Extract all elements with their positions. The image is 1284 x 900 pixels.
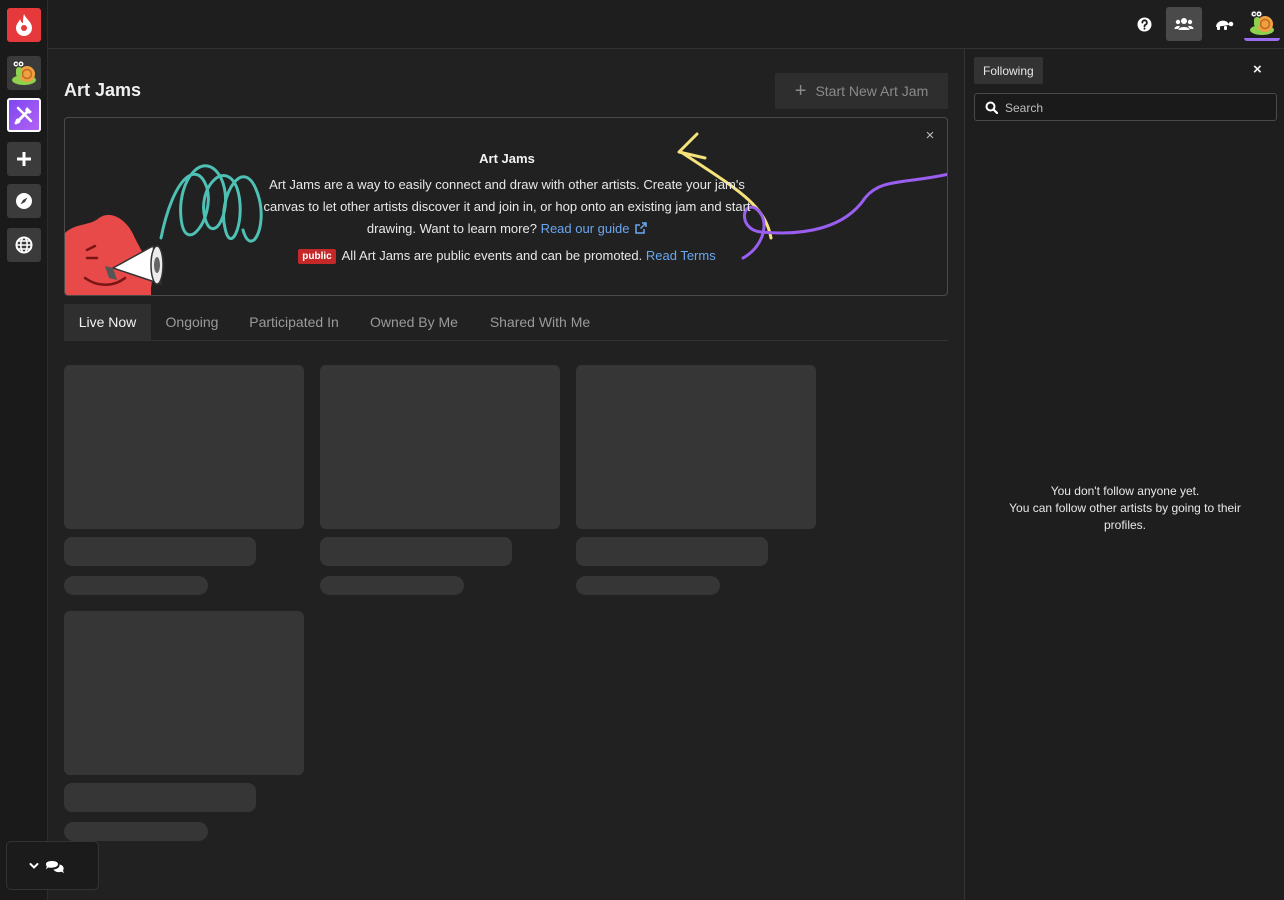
loading-card-thumbnail xyxy=(64,365,304,529)
loading-card-thumbnail xyxy=(320,365,560,529)
snail-avatar-icon xyxy=(1250,10,1274,35)
chat-bubbles-icon xyxy=(46,860,64,873)
chevron-down-icon xyxy=(29,862,39,869)
public-note: public All Art Jams are public events an… xyxy=(65,248,947,264)
fire-drop-icon xyxy=(16,14,32,36)
loading-card-subtitle xyxy=(320,576,464,595)
help-button[interactable] xyxy=(1126,7,1162,41)
community-button[interactable] xyxy=(7,228,41,262)
tab-ongoing[interactable]: Ongoing xyxy=(152,304,232,340)
friends-icon xyxy=(1174,18,1194,30)
following-close-button[interactable]: × xyxy=(1253,61,1262,78)
external-link-icon xyxy=(635,222,647,234)
left-rail xyxy=(0,0,48,900)
page-title: Art Jams xyxy=(64,80,142,100)
read-guide-label: Read our guide xyxy=(540,221,630,236)
public-note-text: All Art Jams are public events and can b… xyxy=(341,248,643,263)
search-icon xyxy=(985,101,998,114)
loading-card-subtitle xyxy=(64,576,208,595)
loading-card-thumbnail xyxy=(64,611,304,775)
loading-card-title xyxy=(576,537,768,566)
loading-card-title xyxy=(320,537,512,566)
banner-description-text: Art Jams are a way to easily connect and… xyxy=(263,177,751,236)
following-panel: Following × You don't follow anyone yet.… xyxy=(964,49,1284,900)
banner-title: Art Jams xyxy=(479,151,535,166)
start-new-art-jam-label: Start New Art Jam xyxy=(815,83,929,99)
compass-icon xyxy=(16,193,32,209)
globe-icon xyxy=(15,236,33,254)
public-badge: public xyxy=(298,249,336,264)
loading-card-subtitle xyxy=(64,822,208,841)
read-terms-link[interactable]: Read Terms xyxy=(646,248,716,263)
top-bar xyxy=(48,0,1284,49)
start-new-art-jam-button[interactable]: + Start New Art Jam xyxy=(775,73,948,109)
empty-line-1: You don't follow anyone yet. xyxy=(1050,484,1200,498)
explore-button[interactable] xyxy=(7,184,41,218)
friends-button[interactable] xyxy=(1166,7,1202,41)
art-jams-nav-button[interactable] xyxy=(7,98,41,132)
jam-tabs: Live Now Ongoing Participated In Owned B… xyxy=(64,304,948,341)
loading-card-subtitle xyxy=(576,576,720,595)
loading-card-thumbnail xyxy=(576,365,816,529)
create-button[interactable] xyxy=(7,142,41,176)
read-guide-link[interactable]: Read our guide xyxy=(541,221,648,236)
turtle-button[interactable] xyxy=(1206,7,1242,41)
plus-icon: + xyxy=(794,80,807,102)
loading-card-title xyxy=(64,783,256,812)
tab-shared-with-me[interactable]: Shared With Me xyxy=(476,304,604,340)
user-avatar-button[interactable] xyxy=(7,56,41,90)
home-logo-button[interactable] xyxy=(7,8,41,42)
banner-close-button[interactable]: × xyxy=(922,127,938,144)
tab-live-now[interactable]: Live Now xyxy=(64,304,151,340)
following-empty-message: You don't follow anyone yet. You can fol… xyxy=(965,483,1284,534)
following-tab[interactable]: Following xyxy=(974,57,1043,84)
profile-avatar-button[interactable] xyxy=(1244,7,1280,41)
paint-tools-icon xyxy=(14,106,33,125)
tab-owned-by-me[interactable]: Owned By Me xyxy=(358,304,470,340)
help-icon xyxy=(1137,17,1151,31)
following-search-input[interactable] xyxy=(1005,99,1265,117)
art-jams-info-banner: × Art Jams Art Jams are a way to easily … xyxy=(64,117,948,296)
chat-toggle-button[interactable] xyxy=(6,841,99,890)
turtle-icon xyxy=(1216,20,1234,30)
tab-participated-in[interactable]: Participated In xyxy=(236,304,352,340)
following-search xyxy=(974,93,1277,121)
snail-avatar-icon xyxy=(12,60,36,85)
app-root: Art Jams + Start New Art Jam × Art Jams … xyxy=(0,0,1284,900)
banner-description: Art Jams are a way to easily connect and… xyxy=(255,174,759,240)
loading-card-title xyxy=(64,537,256,566)
plus-icon xyxy=(17,152,31,166)
empty-line-2: You can follow other artists by going to… xyxy=(1009,501,1241,532)
